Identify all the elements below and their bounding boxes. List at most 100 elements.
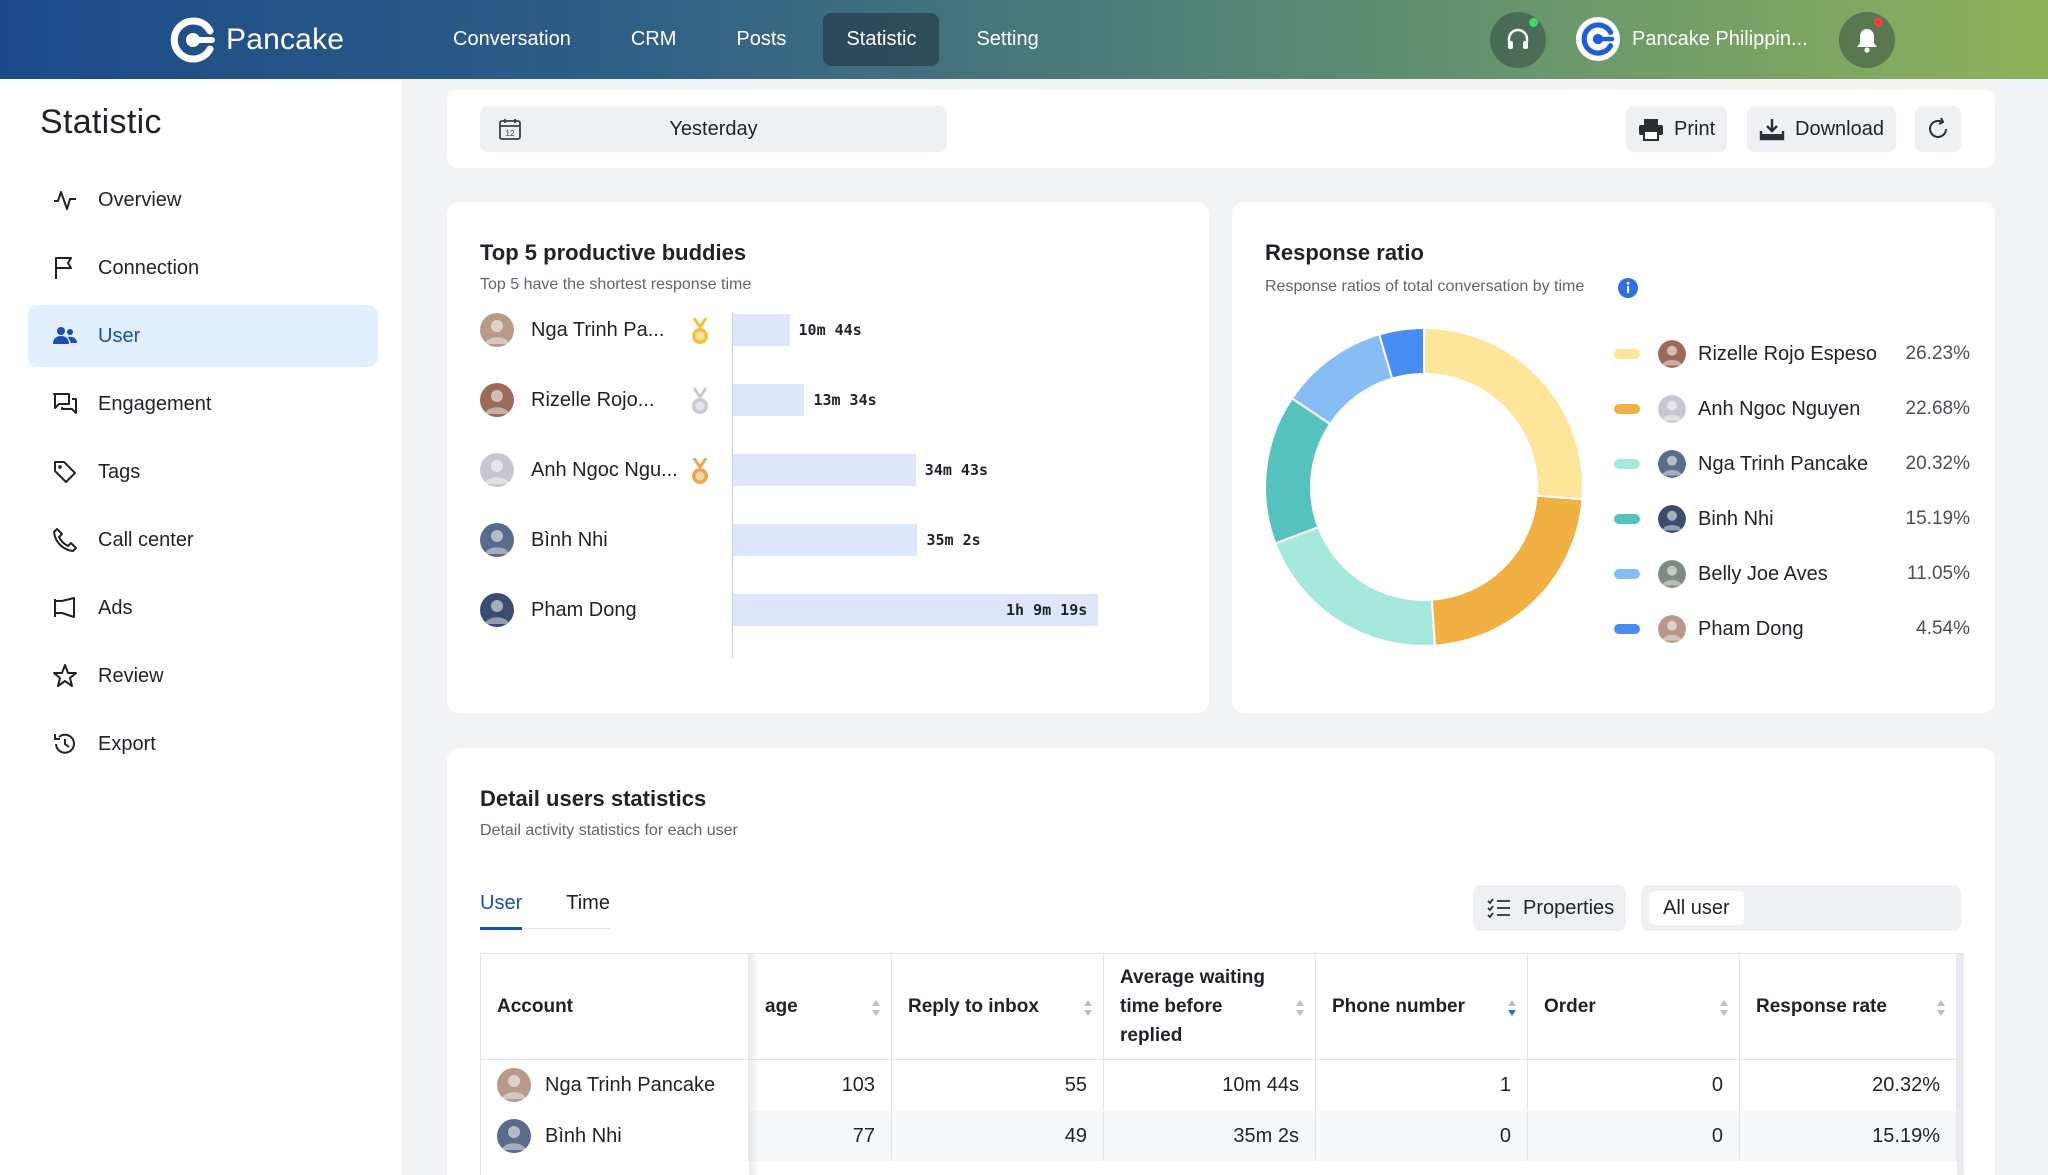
avatar (1658, 450, 1686, 478)
legend-avatar (1658, 615, 1686, 643)
user-filter-select[interactable]: All user (1641, 885, 1961, 931)
response-time-bar (733, 524, 918, 556)
legend-item[interactable]: Rizelle Rojo Espeso 26.23% (1614, 336, 1970, 372)
legend-label: Belly Joe Aves (1698, 562, 1828, 585)
legend-avatar (1658, 395, 1686, 423)
legend-item[interactable]: Binh Nhi 15.19% (1614, 501, 1970, 537)
unread-dot (1874, 18, 1883, 27)
nav-crm[interactable]: CRM (608, 13, 700, 66)
download-icon (1759, 119, 1785, 141)
donut-slice[interactable] (1430, 494, 1584, 647)
column-header-order[interactable]: Order (1528, 954, 1740, 1060)
response-time-bar (733, 384, 805, 416)
column-header-reply-to-inbox[interactable]: Reply to inbox (892, 954, 1104, 1060)
date-range-picker[interactable]: 12 Yesterday (480, 106, 947, 152)
tab-time[interactable]: Time (566, 892, 610, 930)
column-header-message[interactable]: age (749, 954, 892, 1060)
properties-button[interactable]: Properties (1473, 885, 1627, 931)
support-button[interactable] (1490, 12, 1546, 68)
donut-slice[interactable] (1264, 396, 1332, 545)
column-header-response-rate-label: Response rate (1756, 996, 1887, 1017)
avatar (1658, 615, 1686, 643)
bell-icon (1857, 29, 1877, 53)
pancake-logo-icon (1581, 22, 1615, 56)
avatar (1658, 505, 1686, 533)
response-ratio-card: Response ratio Response ratios of total … (1232, 202, 1995, 713)
legend-swatch (1614, 569, 1640, 579)
page-avatar (1576, 17, 1620, 61)
avatar (1658, 395, 1686, 423)
table-scrollbar[interactable] (1957, 954, 1964, 1175)
donut-slice[interactable] (1274, 525, 1436, 647)
avatar (497, 1068, 531, 1102)
table-cell: 10m 44s (1104, 1060, 1316, 1110)
sidebar-item-label: Review (98, 664, 164, 687)
column-header-phone-number[interactable]: Phone number (1316, 954, 1528, 1060)
info-icon[interactable] (1618, 278, 1638, 298)
legend-item[interactable]: Nga Trinh Pancake 20.32% (1614, 446, 1970, 482)
sidebar-item-review[interactable]: Review (28, 645, 378, 707)
avatar (497, 1119, 531, 1153)
notifications-button[interactable] (1839, 12, 1895, 68)
headset-icon (1507, 28, 1529, 49)
account-cell[interactable]: Bình Nhi (481, 1111, 749, 1161)
sidebar-item-engagement[interactable]: Engagement (28, 373, 378, 435)
sidebar-item-label: Engagement (98, 392, 212, 415)
legend-item[interactable]: Anh Ngoc Nguyen 22.68% (1614, 391, 1970, 427)
print-button[interactable]: Print (1626, 106, 1728, 152)
legend-swatch (1614, 349, 1640, 359)
nav-statistic[interactable]: Statistic (823, 13, 940, 66)
table-cell: 103 (749, 1060, 892, 1110)
donut-slice[interactable] (1423, 326, 1584, 501)
sidebar-item-tags[interactable]: Tags (28, 441, 378, 503)
nav-posts[interactable]: Posts (713, 13, 809, 66)
account-switcher[interactable]: Pancake Philippin... (1576, 17, 1808, 61)
user-stats-table: Account age Reply to inbox Average waiti… (480, 953, 1964, 1175)
print-label: Print (1674, 117, 1716, 140)
sort-icon (1296, 1000, 1304, 1016)
legend-item[interactable]: Belly Joe Aves 11.05% (1614, 556, 1970, 592)
table-cell: 0 (1528, 1060, 1740, 1110)
date-range-value: Yesterday (669, 117, 758, 140)
legend-label: Binh Nhi (1698, 507, 1774, 530)
sidebar-item-connection[interactable]: Connection (28, 237, 378, 299)
fixed-column-shadow (749, 954, 759, 1175)
sidebar-item-user[interactable]: User (28, 305, 378, 367)
user-filter-chip[interactable]: All user (1649, 891, 1744, 925)
download-label: Download (1795, 117, 1884, 140)
checklist-icon (1487, 898, 1510, 919)
activity-icon (54, 191, 76, 210)
sidebar: Statistic Overview Connection User Engag… (0, 79, 402, 1175)
legend-item[interactable]: Pham Dong 4.54% (1614, 611, 1970, 647)
sort-icon (872, 1000, 880, 1016)
column-header-avg-waiting[interactable]: Average waiting time before replied (1104, 954, 1316, 1060)
table-cell: 0 (1316, 1111, 1528, 1161)
response-ratio-donut-chart (1264, 326, 1584, 647)
account-cell[interactable]: Nga Trinh Pancake (481, 1060, 749, 1110)
avatar (480, 383, 514, 417)
column-header-account[interactable]: Account (481, 954, 749, 1060)
details-subtitle: Detail activity statistics for each user (480, 822, 738, 839)
brand-logo[interactable]: Pancake (170, 17, 344, 63)
avatar (1658, 340, 1686, 368)
tag-icon (54, 461, 76, 483)
legend-swatch (1614, 514, 1640, 524)
column-header-order-label: Order (1544, 996, 1596, 1017)
nav-conversation[interactable]: Conversation (430, 13, 594, 66)
tab-user[interactable]: User (480, 892, 523, 930)
sidebar-item-ads[interactable]: Ads (28, 577, 378, 639)
nav-setting[interactable]: Setting (953, 13, 1061, 66)
column-header-message-label: age (765, 996, 798, 1017)
sidebar-item-export[interactable]: Export (28, 713, 378, 775)
table-cell: 35m 2s (1104, 1111, 1316, 1161)
buddy-row: Nga Trinh Pa... (480, 310, 708, 350)
legend-swatch (1614, 459, 1640, 469)
column-header-response-rate[interactable]: Response rate (1740, 954, 1957, 1060)
download-button[interactable]: Download (1747, 106, 1896, 152)
sidebar-item-overview[interactable]: Overview (28, 169, 378, 231)
sidebar-item-call-center[interactable]: Call center (28, 509, 378, 571)
buddy-row: Pham Dong (480, 590, 637, 630)
refresh-button[interactable] (1915, 106, 1961, 152)
legend-label: Pham Dong (1698, 617, 1804, 640)
response-ratio-title: Response ratio (1265, 240, 1424, 265)
